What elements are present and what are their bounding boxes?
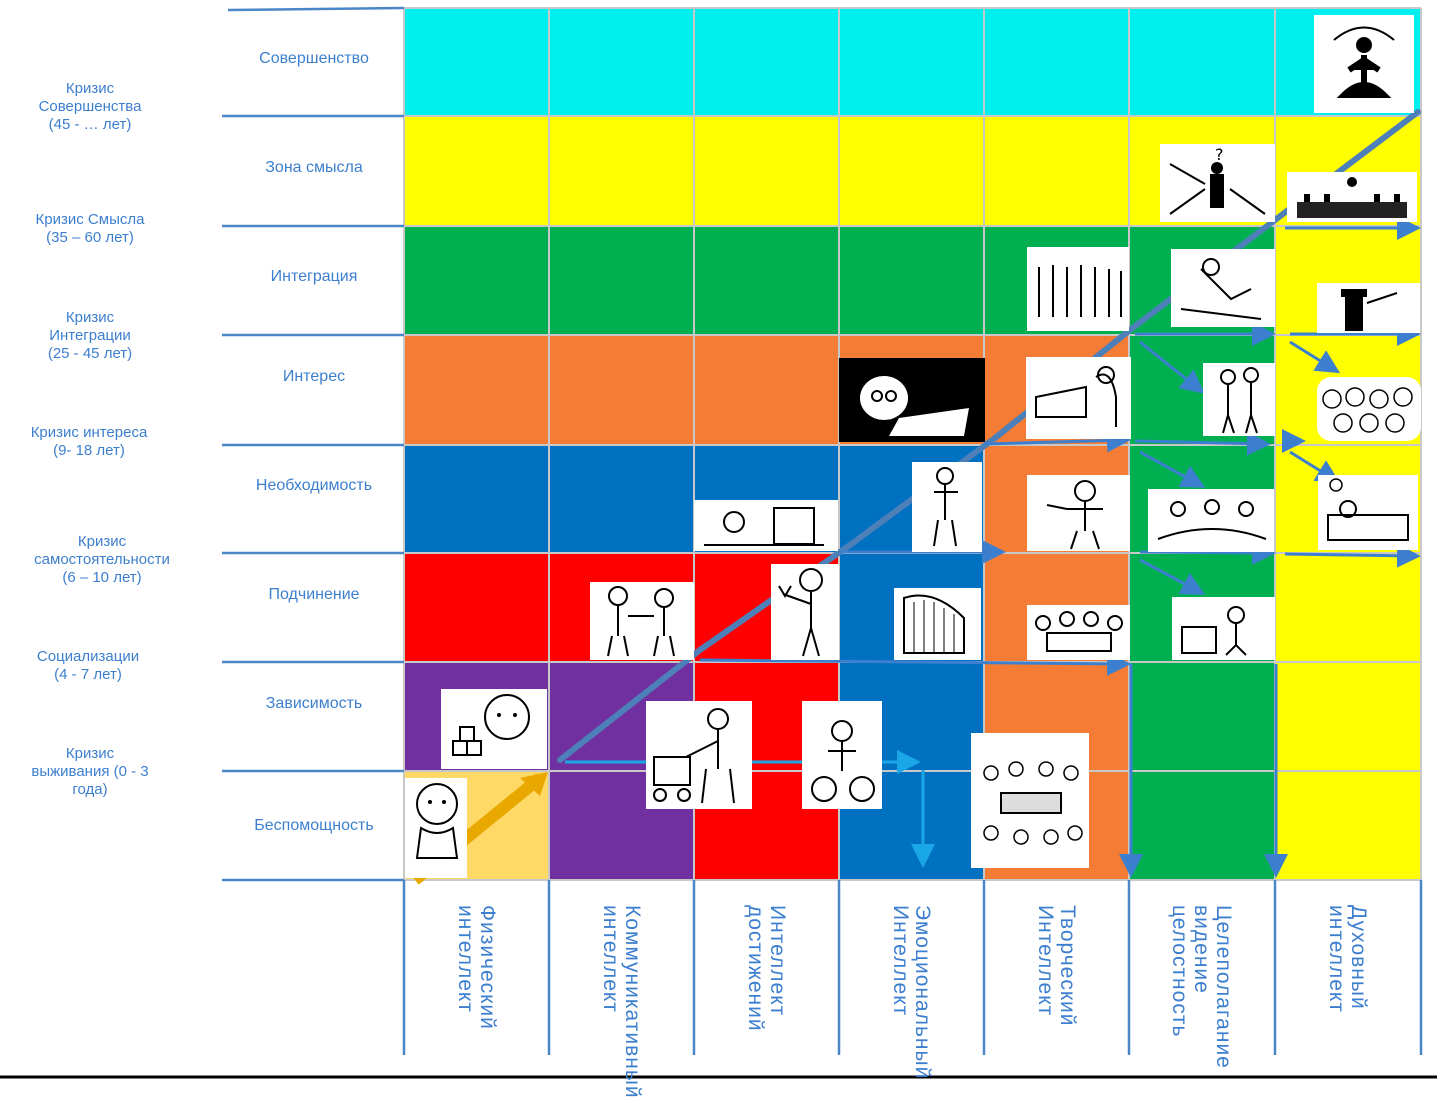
svg-text:?: ? [1215,145,1224,164]
level-label-necessity: Необходимость [255,477,373,494]
meditation-figure-illustration [1314,15,1414,113]
column-label-achievement: Интеллект достижений [744,905,789,1032]
grid-cell [839,226,984,335]
grid-cell [549,445,694,553]
grid-cell [1275,771,1421,880]
column-label-goal-setting: Целеполагание видение целостность [1168,905,1235,1069]
column-label-emotional: Эмоциональный Интеллект [889,905,934,1080]
child-on-bike-illustration [802,701,882,809]
flow-arrow [1284,543,1421,568]
grid-cell [694,8,839,116]
kitchen-scene-illustration [1172,597,1275,660]
grid-cell [549,8,694,116]
crisis-label-independence: Кризис самостоятельности (6 – 10 лет) [34,533,170,586]
level-label-perfection: Совершенство [259,50,369,67]
children-playing-illustration [590,582,694,660]
grid-cell [404,553,549,662]
grid-cell [549,116,694,226]
grid-cell [839,116,984,226]
grid-cell [984,116,1129,226]
grid-cell [694,116,839,226]
hiking-couple-illustration [1203,363,1275,436]
flow-arrow [1139,540,1276,565]
reading-boy-illustration [839,358,985,442]
audience-speaker-illustration [1287,172,1417,222]
column-label-physical: Физический интеллект [454,905,499,1030]
harp-player-illustration [894,588,981,660]
desk-work-illustration [1026,357,1131,439]
column-label-spiritual: Духовный интеллект [1325,905,1370,1013]
infant-illustration [405,778,467,878]
level-label-subordination: Подчинение [268,586,360,603]
grid-cell [694,226,839,335]
level-label-meaning-zone: Зона смысла [265,159,363,176]
crisis-label-meaning: Кризис Смысла (35 – 60 лет) [35,211,145,246]
level-label-integration: Интеграция [270,268,358,285]
mechanic-illustration [1027,475,1130,551]
grid-cell [549,335,694,445]
level-label-dependence: Зависимость [265,695,363,712]
slingshot-boy-illustration [771,564,839,660]
grid-cell [1129,8,1275,116]
crisis-label-interest: Кризис интереса (9- 18 лет) [30,424,148,459]
grid-cell [549,226,694,335]
diagram-stage: Совершенство Зона смысла Интеграция Инте… [0,0,1437,1099]
magician-illustration [1317,283,1420,333]
crisis-label-survival: Кризис выживания (0 - 3 года) [31,745,149,798]
grid-cell [404,445,549,553]
meeting-crowd-illustration [971,733,1089,868]
questioning-man-illustration: ? [1160,144,1275,222]
grid-cell [1275,662,1421,771]
column-label-creative: Творческий Интеллект [1034,905,1079,1027]
grid-cell [839,8,984,116]
grid-cell [694,335,839,445]
grid-cell [404,335,549,445]
level-label-interest: Интерес [282,368,346,385]
mother-stroller-illustration [646,701,752,809]
grid-cell [404,116,549,226]
grid-cell [404,8,549,116]
level-label-helplessness: Беспомощность [254,817,374,834]
grid-cell [404,226,549,335]
grid-cell [984,8,1129,116]
grid-cell [1275,553,1421,662]
crisis-label-integration: Кризис Интеграции (25 - 45 лет) [47,309,133,362]
standing-boy-illustration [912,462,982,552]
baby-blocks-illustration [441,689,547,769]
crisis-label-socialization: Социализации (4 - 7 лет) [36,648,140,683]
sick-child-illustration [1318,475,1418,550]
grid-cell [1129,662,1275,771]
group-of-people-illustration [1027,247,1129,331]
team-work-illustration [1148,489,1274,552]
crisis-label-perfection: Кризис Совершенства (45 - … лет) [38,80,142,133]
skier-illustration [1171,249,1275,327]
row-separator [227,6,405,12]
crowd-faces-illustration [1317,377,1421,441]
column-label-communicative: Коммуникативный интеллект [599,905,644,1099]
studying-child-illustration [694,500,838,551]
grid-cell [1129,771,1275,880]
family-dinner-illustration [1027,605,1130,660]
